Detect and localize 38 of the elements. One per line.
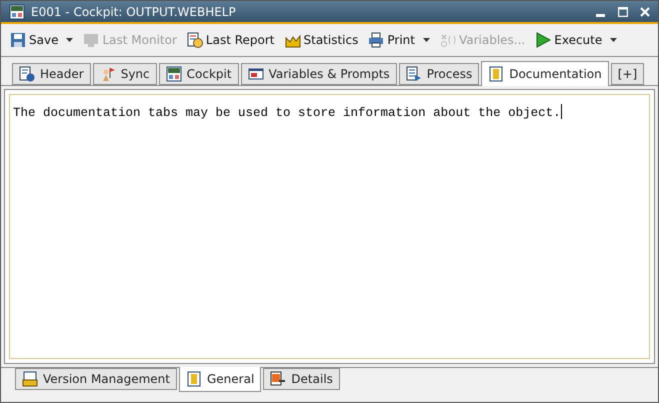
list-arrow-icon [406, 66, 422, 82]
toolbar-button[interactable]: Last Report [186, 31, 274, 49]
tab[interactable]: Sync [92, 63, 157, 85]
chart-icon [284, 32, 300, 48]
window-title: E001 - Cockpit: OUTPUT.WEBHELP [31, 4, 236, 20]
document-info-icon [19, 66, 35, 82]
toolbar-button[interactable]: Statistics [284, 31, 358, 49]
book-icon [186, 371, 202, 387]
tab[interactable]: Version Management [15, 368, 177, 390]
variables-icon [440, 32, 456, 48]
text-area[interactable]: The documentation tabs may be used to store information about the object. [9, 94, 650, 359]
book-icon [488, 66, 504, 82]
floppy-icon [10, 32, 26, 48]
tab[interactable]: Process [398, 63, 480, 85]
monitor-icon [83, 32, 100, 48]
toolbar-button[interactable]: Execute [535, 31, 602, 49]
printer-icon [368, 32, 384, 48]
tab[interactable]: General [179, 367, 262, 392]
play-icon [535, 32, 552, 48]
report-clock-icon [186, 32, 203, 48]
tab[interactable]: Details [263, 368, 340, 390]
window-icon [9, 4, 25, 20]
maximize-icon[interactable] [618, 6, 628, 16]
caret-icon[interactable] [610, 38, 618, 42]
toolbar-button[interactable]: Print [368, 31, 415, 49]
window-variable-icon [248, 66, 264, 82]
window-icon [166, 66, 182, 82]
document-pen-icon [270, 371, 286, 387]
caret-icon[interactable] [66, 38, 74, 42]
document-label-icon [22, 371, 38, 387]
tab[interactable]: Documentation [481, 61, 609, 86]
close-icon[interactable] [640, 6, 650, 16]
caret-icon[interactable] [422, 38, 430, 42]
tab[interactable]: Variables & Prompts [240, 63, 397, 85]
tab[interactable]: Header [12, 63, 91, 85]
tab[interactable]: [+] [610, 63, 644, 85]
tab[interactable]: Cockpit [158, 63, 239, 85]
toolbar-button[interactable]: Save [10, 31, 58, 49]
